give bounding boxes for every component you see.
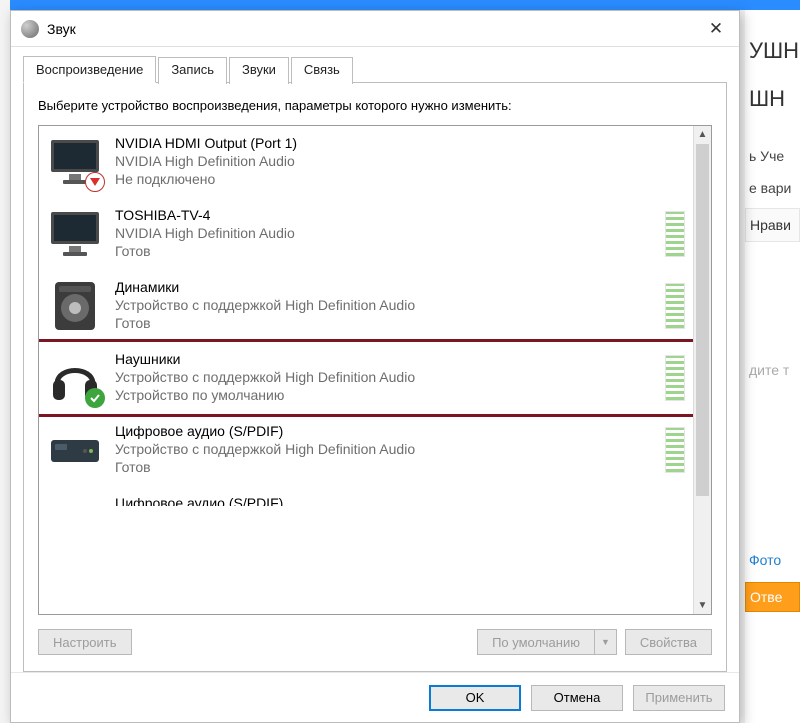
device-status: Не подключено (115, 170, 685, 188)
chevron-down-icon: ▼ (601, 637, 610, 647)
monitor-icon (47, 206, 103, 262)
device-name: Динамики (115, 278, 653, 296)
device-list-container: NVIDIA HDMI Output (Port 1)NVIDIA High D… (38, 125, 712, 615)
device-item[interactable]: Цифровое аудио (S/PDIF)Устройство с подд… (39, 414, 693, 486)
device-status: Устройство по умолчанию (115, 386, 653, 404)
device-controller: NVIDIA High Definition Audio (115, 224, 653, 242)
device-item[interactable]: TOSHIBA-TV-4NVIDIA High Definition Audio… (39, 198, 693, 270)
device-name: Цифровое аудио (S/PDIF) (115, 422, 653, 440)
dialog-footer: OK Отмена Применить (11, 672, 739, 722)
default-split-button: По умолчанию ▼ (477, 629, 617, 655)
bg-text-frag6: дите т (745, 362, 800, 378)
ok-button[interactable]: OK (429, 685, 521, 711)
headphones-icon (47, 350, 103, 406)
bg-like-box: Нрави (745, 208, 800, 242)
device-status: Готов (115, 242, 653, 260)
tab-strip: Воспроизведение Запись Звуки Связь (11, 47, 739, 83)
background-page: УШН ШН ь Уче е вари Нрави дите т Фото От… (745, 10, 800, 723)
titlebar: Звук ✕ (11, 11, 739, 47)
device-name: NVIDIA HDMI Output (Port 1) (115, 134, 685, 152)
placeholder-icon (47, 494, 103, 506)
device-controller: Устройство с поддержкой High Definition … (115, 296, 653, 314)
tab-playback[interactable]: Воспроизведение (23, 56, 156, 83)
device-item[interactable]: ДинамикиУстройство с поддержкой High Def… (39, 270, 693, 342)
device-controller: Устройство с поддержкой High Definition … (115, 368, 653, 386)
speaker-icon (47, 278, 103, 334)
device-status: Готов (115, 458, 653, 476)
device-status: Готов (115, 314, 653, 332)
properties-button[interactable]: Свойства (625, 629, 712, 655)
tab-sounds[interactable]: Звуки (229, 57, 289, 84)
device-name: TOSHIBA-TV-4 (115, 206, 653, 224)
device-list[interactable]: NVIDIA HDMI Output (Port 1)NVIDIA High D… (39, 126, 693, 614)
level-meter (665, 283, 685, 329)
sound-icon (21, 20, 39, 38)
cancel-button[interactable]: Отмена (531, 685, 623, 711)
close-button[interactable]: ✕ (693, 11, 739, 46)
scroll-down-button[interactable]: ▼ (694, 596, 711, 614)
set-default-dropdown[interactable]: ▼ (594, 629, 617, 655)
scroll-track[interactable] (694, 144, 711, 596)
level-meter (665, 427, 685, 473)
optical-icon (47, 422, 103, 478)
tab-communications[interactable]: Связь (291, 57, 353, 84)
device-item[interactable]: НаушникиУстройство с поддержкой High Def… (39, 339, 693, 417)
bg-text-frag3: ь Уче (745, 148, 800, 164)
playback-tab-page: Выберите устройство воспроизведения, пар… (23, 83, 727, 672)
apply-button[interactable]: Применить (633, 685, 725, 711)
unplugged-badge-icon (85, 172, 105, 192)
bg-text-frag4: е вари (745, 180, 800, 196)
close-icon: ✕ (709, 19, 723, 39)
monitor-icon (47, 134, 103, 190)
scroll-thumb[interactable] (696, 144, 709, 497)
device-item-partial[interactable]: Цифровое аудио (S/PDIF) (39, 486, 693, 506)
bg-photo-link: Фото (745, 552, 800, 568)
device-controller: Устройство с поддержкой High Definition … (115, 440, 653, 458)
browser-tab-stripe (10, 0, 800, 10)
instruction-text: Выберите устройство воспроизведения, пар… (38, 97, 712, 115)
bg-heading-frag2: ШН (745, 80, 800, 126)
dialog-title: Звук (47, 21, 76, 37)
tab-recording[interactable]: Запись (158, 57, 227, 84)
scrollbar[interactable]: ▲ ▼ (693, 126, 711, 614)
scroll-up-button[interactable]: ▲ (694, 126, 711, 144)
bottom-toolbar: Настроить По умолчанию ▼ Свойства (38, 629, 712, 655)
bg-heading-frag1: УШН (745, 10, 800, 80)
sound-dialog: Звук ✕ Воспроизведение Запись Звуки Связ… (10, 10, 740, 723)
set-default-button[interactable]: По умолчанию (477, 629, 594, 655)
level-meter (665, 211, 685, 257)
device-name: Наушники (115, 350, 653, 368)
default-check-badge-icon (85, 388, 105, 408)
device-item[interactable]: NVIDIA HDMI Output (Port 1)NVIDIA High D… (39, 126, 693, 198)
device-controller: NVIDIA High Definition Audio (115, 152, 685, 170)
configure-button[interactable]: Настроить (38, 629, 132, 655)
device-name: Цифровое аудио (S/PDIF) (115, 494, 685, 506)
bg-submit-button: Отве (745, 582, 800, 612)
level-meter (665, 355, 685, 401)
